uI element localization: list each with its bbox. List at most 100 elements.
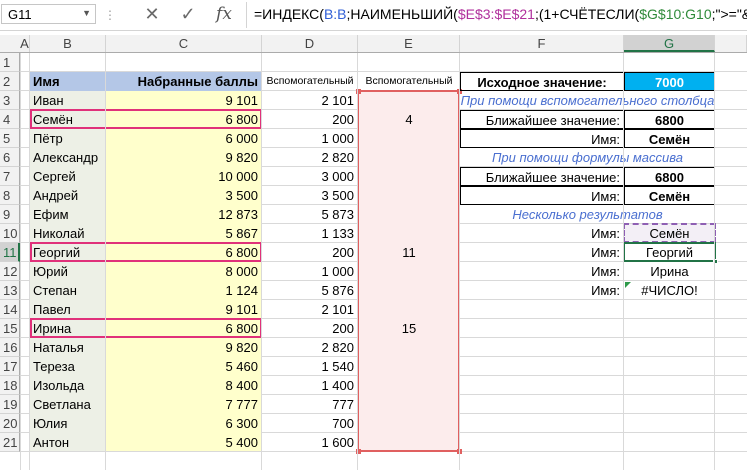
- section-title-array: При помощи формулы массива: [492, 150, 683, 165]
- row-header-7[interactable]: 7: [0, 167, 20, 186]
- row-header-4[interactable]: 4: [0, 110, 20, 129]
- helper-d-cell: 700: [332, 416, 354, 431]
- score-cell: 9 101: [225, 302, 258, 317]
- name-cell: Тереза: [33, 359, 75, 374]
- score-cell: 7 777: [225, 397, 258, 412]
- header-helper-e: Вспомогательный: [365, 75, 453, 87]
- score-cell: 12 873: [218, 207, 258, 222]
- score-cell: 9 820: [225, 150, 258, 165]
- column-header-a[interactable]: A: [20, 35, 30, 52]
- grid-line: [261, 53, 262, 470]
- row-header-6[interactable]: 6: [0, 148, 20, 167]
- helper-d-cell: 2 101: [321, 93, 354, 108]
- helper-d-cell: 1 540: [321, 359, 354, 374]
- row-header-13[interactable]: 13: [0, 281, 20, 300]
- column-header-e[interactable]: E: [358, 35, 460, 52]
- column-header-c[interactable]: C: [106, 35, 262, 52]
- formula-token: ;">="&" ")))): [711, 6, 747, 22]
- name-cell: Иван: [33, 93, 64, 108]
- helper-d-cell: 1 000: [321, 131, 354, 146]
- name-box[interactable]: G11 ▼: [1, 4, 96, 24]
- name-result-2-label: Имя:: [460, 186, 624, 205]
- closest-value-2-label: Ближайшее значение:: [460, 167, 624, 186]
- row-header-15[interactable]: 15: [0, 319, 20, 338]
- row-header-20[interactable]: 20: [0, 414, 20, 433]
- section-title-helper: При помощи вспомогательного столбца: [460, 93, 715, 108]
- divider: [246, 2, 247, 28]
- active-cell[interactable]: [623, 242, 716, 262]
- error-indicator-icon: [625, 282, 631, 288]
- score-cell: 5 400: [225, 435, 258, 450]
- name-result-1-label: Имя:: [460, 129, 624, 148]
- name-result-1-value: Семён: [624, 129, 715, 148]
- score-cell: 6 000: [225, 131, 258, 146]
- copy-marquee: [623, 223, 716, 243]
- row-header-16[interactable]: 16: [0, 338, 20, 357]
- name-cell: Светлана: [33, 397, 91, 412]
- column-header-f[interactable]: F: [460, 35, 624, 52]
- helper-d-cell: 200: [332, 245, 354, 260]
- range-border-e: [357, 90, 460, 452]
- name-cell: Антон: [33, 435, 70, 450]
- row-header-1[interactable]: 1: [0, 53, 20, 72]
- score-cell: 8 400: [225, 378, 258, 393]
- column-header-b[interactable]: B: [30, 35, 106, 52]
- result-label: Имя:: [591, 264, 620, 279]
- column-headers: ABCDEFG: [0, 35, 747, 53]
- row-header-2[interactable]: 2: [0, 72, 20, 91]
- helper-d-cell: 1 400: [321, 378, 354, 393]
- helper-d-cell: 5 873: [321, 207, 354, 222]
- row-header-3[interactable]: 3: [0, 91, 20, 110]
- row-highlight-box: [30, 242, 262, 262]
- row-header-19[interactable]: 19: [0, 395, 20, 414]
- closest-value-1-label: Ближайшее значение:: [460, 110, 624, 129]
- enter-check-icon[interactable]: ✓: [174, 2, 202, 26]
- name-cell: Сергей: [33, 169, 76, 184]
- name-cell: Андрей: [33, 188, 79, 203]
- row-header-21[interactable]: 21: [0, 433, 20, 452]
- name-cell: Изольда: [33, 378, 85, 393]
- formula-bar: G11 ▼ ⋮ ✕ ✓ fx =ИНДЕКС(B:B;НАИМЕНЬШИЙ($E…: [0, 0, 747, 31]
- score-cell: 8 000: [225, 264, 258, 279]
- result-label: Имя:: [591, 226, 620, 241]
- header-name: Имя: [30, 72, 106, 91]
- row-header-10[interactable]: 10: [0, 224, 20, 243]
- row-header-11[interactable]: 11: [0, 243, 20, 262]
- grid-line: [357, 53, 358, 470]
- formula-input[interactable]: =ИНДЕКС(B:B;НАИМЕНЬШИЙ($E$3:$E$21;(1+СЧЁ…: [254, 6, 747, 22]
- name-cell: Пётр: [33, 131, 63, 146]
- grid-line: [459, 53, 460, 470]
- score-cell: 6 300: [225, 416, 258, 431]
- formula-token: $G$10:G10: [639, 6, 712, 22]
- helper-d-cell: 1 133: [321, 226, 354, 241]
- grid-line: [29, 53, 30, 470]
- row-header-14[interactable]: 14: [0, 300, 20, 319]
- insert-function-icon[interactable]: fx: [210, 2, 238, 26]
- helper-d-cell: 200: [332, 321, 354, 336]
- row-header-5[interactable]: 5: [0, 129, 20, 148]
- name-cell: Юрий: [33, 264, 68, 279]
- chevron-down-icon[interactable]: ▼: [82, 8, 91, 18]
- name-cell: Александр: [33, 150, 99, 165]
- column-header-d[interactable]: D: [262, 35, 358, 52]
- helper-d-cell: 3 500: [321, 188, 354, 203]
- drag-handle-icon[interactable]: ⋮: [104, 8, 116, 22]
- grid-line: [714, 53, 715, 470]
- formula-token: $E$3:$E$21: [457, 6, 535, 22]
- row-header-12[interactable]: 12: [0, 262, 20, 281]
- helper-d-cell: 200: [332, 112, 354, 127]
- result-label: Имя:: [591, 283, 620, 298]
- column-header-g[interactable]: G: [624, 35, 715, 52]
- helper-d-cell: 777: [332, 397, 354, 412]
- name-cell: Павел: [33, 302, 71, 317]
- row-header-8[interactable]: 8: [0, 186, 20, 205]
- closest-value-2-value: 6800: [624, 167, 715, 186]
- column-header-filler: [715, 35, 747, 52]
- cancel-icon[interactable]: ✕: [138, 2, 166, 26]
- helper-d-cell: 2 101: [321, 302, 354, 317]
- source-label: Исходное значение:: [460, 72, 624, 91]
- row-header-9[interactable]: 9: [0, 205, 20, 224]
- score-cell: 1 124: [225, 283, 258, 298]
- row-header-18[interactable]: 18: [0, 376, 20, 395]
- row-header-17[interactable]: 17: [0, 357, 20, 376]
